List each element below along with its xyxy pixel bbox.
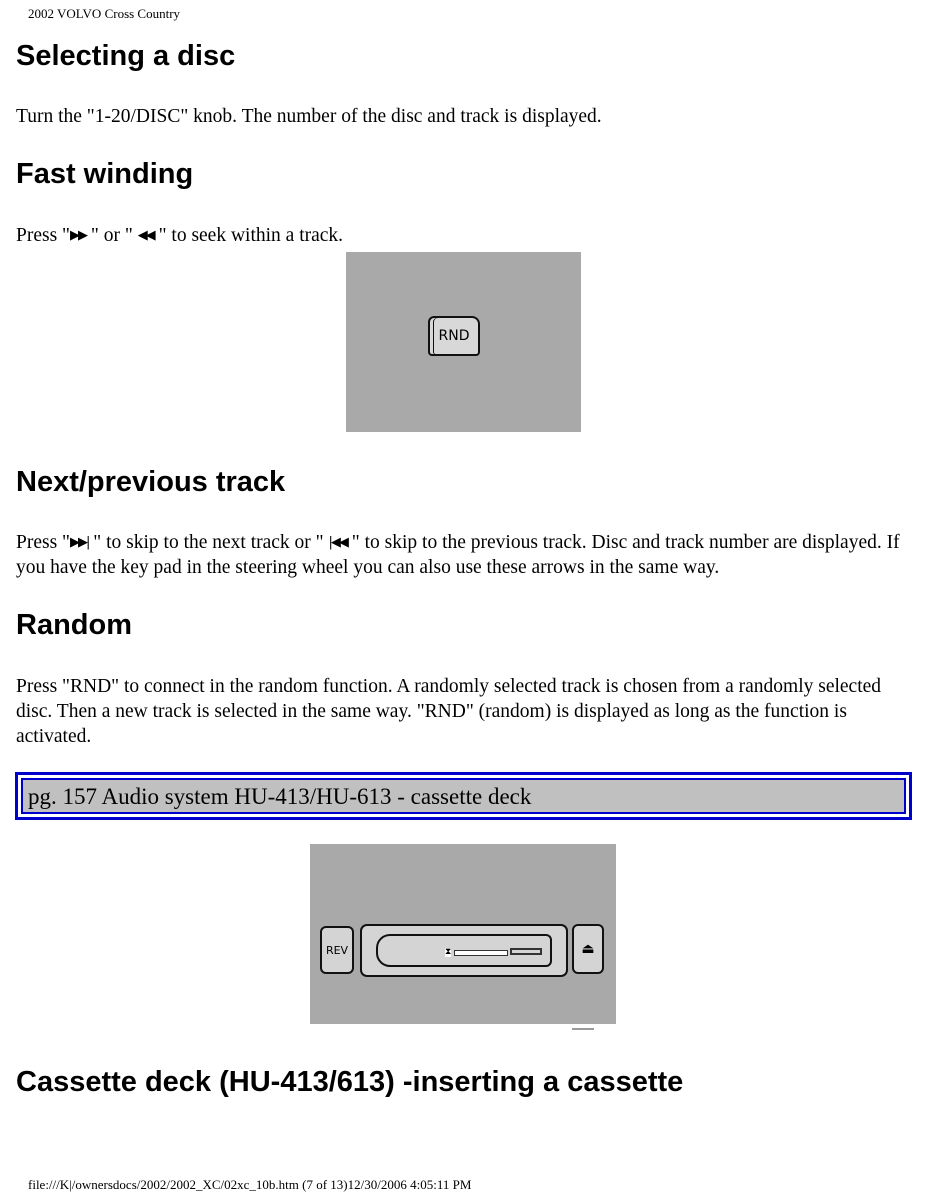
eject-icon: ⏏ [572, 924, 604, 974]
rnd-button-figure: RND [346, 252, 581, 432]
skip-previous-icon: |◀◀ [328, 535, 349, 550]
heading-cassette-deck-inserting: Cassette deck (HU-413/613) -inserting a … [16, 1066, 684, 1098]
text-fragment: " or " [86, 225, 138, 246]
cassette-slot-illustration: ⧗ [360, 924, 568, 977]
tape-indicator [454, 950, 508, 956]
text-fragment: " to seek within a track. [153, 225, 344, 246]
heading-fast-winding: Fast winding [16, 158, 194, 190]
next-previous-track-text: Press "▶▶| " to skip to the next track o… [16, 530, 916, 580]
fast-winding-text: Press "▶▶ " or " ◀◀ " to seek within a t… [16, 223, 916, 248]
page-link-box: pg. 157 Audio system HU-413/HU-613 - cas… [15, 772, 912, 820]
fast-forward-icon: ▶▶ [70, 228, 88, 243]
selecting-a-disc-text: Turn the "1-20/DISC" knob. The number of… [16, 106, 602, 127]
random-text: Press "RND" to connect in the random fun… [16, 676, 882, 747]
rnd-button-illustration: RND [428, 316, 480, 356]
heading-selecting-a-disc: Selecting a disc [16, 40, 236, 72]
tape-marker-icon: ⧗ [445, 947, 452, 957]
document-footer-path: file:///K|/ownersdocs/2002/2002_XC/02xc_… [28, 1177, 472, 1192]
figure-dash-mark [572, 1028, 594, 1030]
page-link-cassette-deck[interactable]: pg. 157 Audio system HU-413/HU-613 - cas… [21, 778, 906, 814]
cassette-slot-opening: ⧗ [376, 934, 552, 967]
cassette-deck-figure: REV ⧗ ⏏ [310, 844, 616, 1024]
document-header-title: 2002 VOLVO Cross Country [28, 6, 181, 21]
rev-button-illustration: REV [320, 926, 354, 974]
tape-tab [510, 948, 542, 955]
text-fragment: " to skip to the next track or " [88, 532, 329, 553]
rewind-icon: ◀◀ [137, 228, 156, 243]
skip-next-icon: ▶▶| [70, 535, 90, 550]
heading-next-previous-track: Next/previous track [16, 466, 286, 498]
text-fragment: Press " [16, 225, 71, 246]
text-fragment: Press " [16, 532, 71, 553]
heading-random: Random [16, 609, 132, 641]
